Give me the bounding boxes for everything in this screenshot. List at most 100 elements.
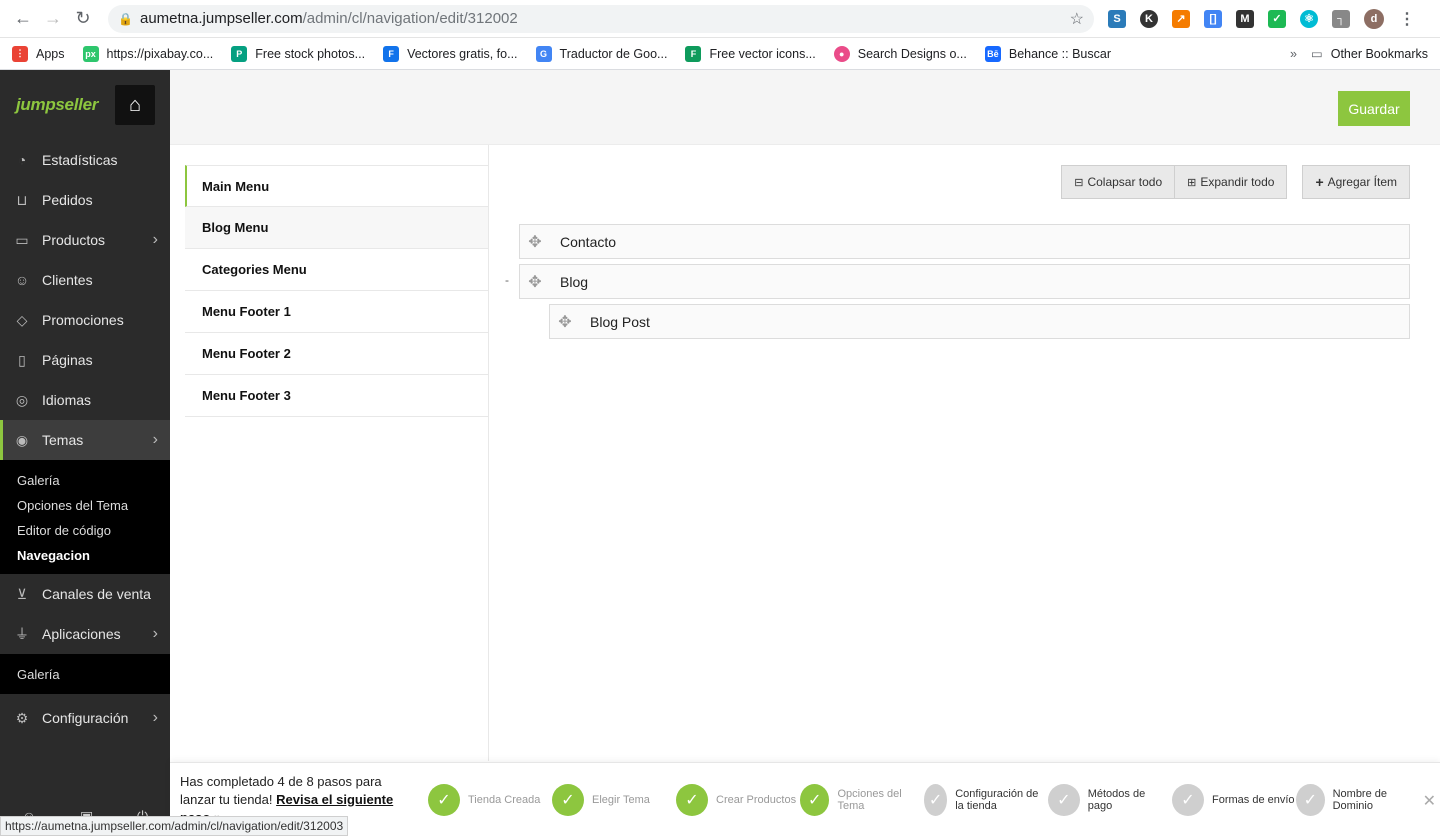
freepik-icon: F bbox=[383, 45, 400, 62]
sidebar-item-clientes[interactable]: ☺ Clientes bbox=[0, 260, 170, 300]
collapse-all-label: Colapsar todo bbox=[1087, 175, 1163, 189]
page-icon: ▯ bbox=[18, 351, 26, 368]
tree-node-contacto[interactable]: ✥ Contacto bbox=[519, 224, 1410, 259]
sidebar-item-label: Páginas bbox=[42, 352, 93, 368]
status-bar-url: https://aumetna.jumpseller.com/admin/cl/… bbox=[0, 816, 349, 836]
bookmark-label: Apps bbox=[36, 46, 65, 61]
onboarding-step[interactable]: ✓ Formas de envío bbox=[1172, 783, 1296, 816]
tree-node-blog-post[interactable]: ✥ Blog Post bbox=[549, 304, 1410, 339]
bookmark-freepik[interactable]: F Vectores gratis, fo... bbox=[383, 45, 518, 62]
forward-arrow-icon[interactable]: → bbox=[38, 4, 68, 34]
bookmark-pixabay[interactable]: px https://pixabay.co... bbox=[82, 45, 214, 62]
bookmark-behance[interactable]: Bē Behance :: Buscar bbox=[984, 45, 1111, 62]
more-bookmarks-icon[interactable]: » bbox=[1290, 47, 1297, 61]
eye-icon: ◉ bbox=[15, 431, 29, 448]
collapse-all-button[interactable]: ⊟ Colapsar todo bbox=[1061, 165, 1176, 199]
onboarding-step[interactable]: ✓ Métodos de pago bbox=[1048, 783, 1172, 816]
cart-icon: ⊻ bbox=[16, 585, 28, 602]
menu-list-item[interactable]: Categories Menu bbox=[185, 249, 488, 291]
sidebar-item-pedidos[interactable]: ⊔ Pedidos bbox=[0, 180, 170, 220]
bookmark-dribbble[interactable]: ● Search Designs o... bbox=[833, 45, 967, 62]
other-bookmarks[interactable]: ▭ Other Bookmarks bbox=[1311, 46, 1428, 62]
menu-list-item[interactable]: Menu Footer 3 bbox=[185, 375, 488, 417]
onboarding-step[interactable]: ✓ Configuración de la tienda bbox=[924, 783, 1048, 816]
sidebar-item-label: Aplicaciones bbox=[42, 626, 121, 642]
sidebar-item-promociones[interactable]: ◇ Promociones bbox=[0, 300, 170, 340]
onboarding-step[interactable]: ✓ Tienda Creada bbox=[428, 783, 552, 816]
step-label: Tienda Creada bbox=[468, 793, 541, 806]
collapse-toggle[interactable]: - bbox=[505, 273, 509, 287]
check-icon: ✓ bbox=[924, 783, 948, 816]
add-item-button[interactable]: + Agregar Ítem bbox=[1302, 165, 1410, 199]
menu-list-item[interactable]: Menu Footer 1 bbox=[185, 291, 488, 333]
step-label: Opciones del Tema bbox=[837, 787, 902, 812]
flaticon-icon: F bbox=[685, 45, 702, 62]
drag-handle-icon[interactable]: ✥ bbox=[520, 225, 550, 258]
drag-handle-icon[interactable]: ✥ bbox=[520, 265, 550, 298]
extension-shield-icon[interactable]: M bbox=[1236, 9, 1254, 28]
expand-icon: ⊞ bbox=[1187, 176, 1197, 189]
save-button[interactable]: Guardar bbox=[1338, 91, 1410, 126]
reload-icon[interactable]: ↻ bbox=[68, 4, 98, 34]
submenu-galeria[interactable]: Galería bbox=[0, 468, 170, 493]
submenu-apps-galeria[interactable]: Galería bbox=[0, 654, 170, 694]
menu-list-item[interactable]: Blog Menu bbox=[185, 207, 488, 249]
sidebar-item-aplicaciones[interactable]: ⏚ Aplicaciones › bbox=[0, 614, 170, 654]
menu-dots-icon[interactable]: ⋮ bbox=[1398, 10, 1416, 28]
url-path: /admin/cl/navigation/edit/312002 bbox=[302, 10, 518, 27]
menu-list-item[interactable]: Main Menu bbox=[185, 165, 488, 207]
address-bar[interactable]: 🔒 aumetna.jumpseller.com/admin/cl/naviga… bbox=[108, 4, 1094, 33]
behance-icon: Bē bbox=[984, 45, 1001, 62]
onboarding-step[interactable]: ✓ Crear Productos bbox=[676, 783, 800, 816]
sidebar-item-productos[interactable]: ▭ Productos › bbox=[0, 220, 170, 260]
menu-list-item[interactable]: Menu Footer 2 bbox=[185, 333, 488, 375]
extension-s-icon[interactable]: S bbox=[1108, 9, 1126, 28]
profile-avatar[interactable]: d bbox=[1364, 8, 1384, 29]
sidebar-item-idiomas[interactable]: ◎ Idiomas bbox=[0, 380, 170, 420]
bookmark-star-icon[interactable]: ☆ bbox=[1070, 9, 1084, 29]
bookmark-pexels[interactable]: P Free stock photos... bbox=[231, 45, 366, 62]
apps-grid-icon: ⋮ bbox=[12, 45, 28, 62]
extensions-area: S K ↗ [] M ✓ ⚛ ┐ d ⋮ bbox=[1108, 8, 1416, 29]
bookmark-label: Free stock photos... bbox=[255, 46, 366, 61]
extension-k-icon[interactable]: K bbox=[1140, 9, 1158, 28]
sidebar-item-temas[interactable]: ◉ Temas › bbox=[0, 420, 170, 460]
google-translate-icon: G bbox=[535, 45, 552, 62]
temas-submenu: Galería Opciones del Tema Editor de códi… bbox=[0, 460, 170, 574]
onboarding-step[interactable]: ✓ Nombre de Dominio bbox=[1296, 783, 1420, 816]
tags-icon: ◇ bbox=[16, 311, 28, 328]
admin-sidebar: jumpseller ⌂ ◔ Estadísticas ⊔ Pedidos ▭ Pro… bbox=[0, 70, 170, 836]
close-icon[interactable]: ✕ bbox=[1423, 791, 1436, 811]
home-button[interactable]: ⌂ bbox=[115, 85, 155, 125]
bookmark-label: https://pixabay.co... bbox=[106, 46, 214, 61]
expand-all-button[interactable]: ⊞ Expandir todo bbox=[1174, 165, 1288, 199]
browser-toolbar: ← → ↻ 🔒 aumetna.jumpseller.com/admin/cl/… bbox=[0, 0, 1440, 38]
drag-handle-icon[interactable]: ✥ bbox=[550, 305, 580, 338]
sidebar-item-paginas[interactable]: ▯ Páginas bbox=[0, 340, 170, 380]
submenu-navegacion[interactable]: Navegacion bbox=[0, 543, 170, 568]
sidebar-item-canales[interactable]: ⊻ Canales de venta bbox=[0, 574, 170, 614]
submenu-editor-codigo[interactable]: Editor de código bbox=[0, 518, 170, 543]
bookmark-translate[interactable]: G Traductor de Goo... bbox=[535, 45, 667, 62]
plug-icon: ⏚ bbox=[15, 626, 29, 642]
extension-chart-icon[interactable]: ↗ bbox=[1172, 9, 1190, 28]
bookmark-apps[interactable]: ⋮ Apps bbox=[12, 45, 65, 62]
extension-bracket-icon[interactable]: [] bbox=[1204, 9, 1222, 28]
bookmark-flaticon[interactable]: F Free vector icons... bbox=[685, 45, 816, 62]
onboarding-step[interactable]: ✓ Opciones del Tema bbox=[800, 783, 924, 816]
submenu-opciones-tema[interactable]: Opciones del Tema bbox=[0, 493, 170, 518]
tree-node-label: Contacto bbox=[560, 233, 617, 250]
onboarding-step[interactable]: ✓ Elegir Tema bbox=[552, 783, 676, 816]
sidebar-item-configuracion[interactable]: ⚙ Configuración › bbox=[0, 698, 170, 738]
globe-icon: ◎ bbox=[15, 391, 29, 408]
sidebar-item-label: Configuración bbox=[42, 710, 129, 726]
extension-react-icon[interactable]: ⚛ bbox=[1300, 9, 1318, 28]
back-arrow-icon[interactable]: ← bbox=[8, 4, 38, 34]
sidebar-item-estadisticas[interactable]: ◔ Estadísticas bbox=[0, 140, 170, 180]
dribbble-icon: ● bbox=[833, 45, 850, 62]
jumpseller-logo[interactable]: jumpseller bbox=[16, 95, 98, 115]
extension-paint-icon[interactable]: ┐ bbox=[1332, 9, 1350, 28]
tree-node-blog[interactable]: - ✥ Blog bbox=[505, 264, 1410, 299]
extension-check-icon[interactable]: ✓ bbox=[1268, 9, 1286, 28]
add-item-label: Agregar Ítem bbox=[1327, 175, 1397, 189]
